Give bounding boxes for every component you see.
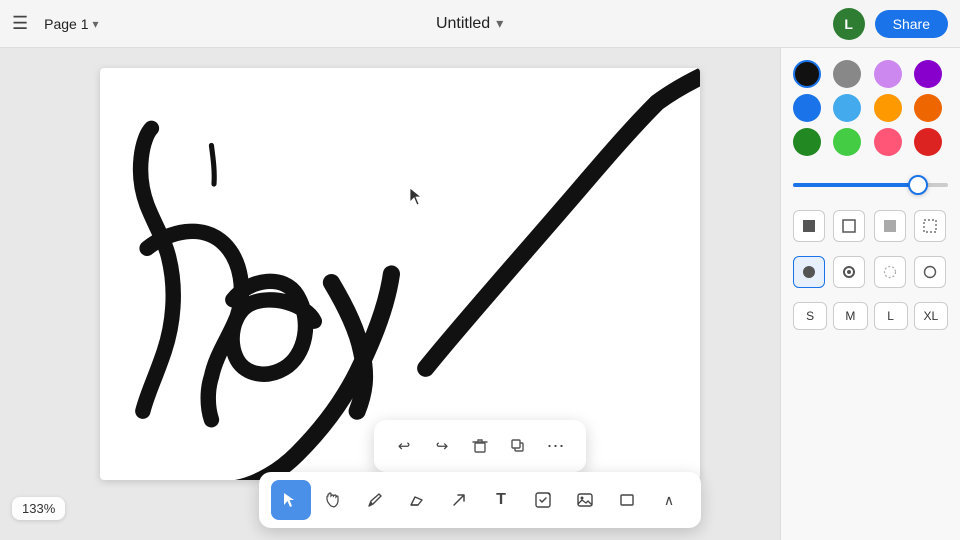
brush-style-solid-square[interactable]: [793, 210, 825, 242]
document-title: Untitled: [436, 15, 490, 33]
frame-tool-button[interactable]: [607, 480, 647, 520]
title-chevron-icon: ▾: [496, 15, 503, 32]
right-panel: SMLXL: [780, 48, 960, 540]
canvas-surface[interactable]: [100, 68, 700, 480]
color-swatch-red[interactable]: [914, 128, 942, 156]
drawing-canvas[interactable]: [100, 68, 700, 480]
color-swatch-gray[interactable]: [833, 60, 861, 88]
color-palette: [793, 60, 948, 156]
size-option-XL[interactable]: XL: [914, 302, 948, 330]
select-tool-button[interactable]: [271, 480, 311, 520]
nib-style-empty-circle[interactable]: [914, 256, 946, 288]
page-selector[interactable]: Page 1 ▾: [36, 12, 106, 36]
zoom-indicator: 133%: [12, 497, 65, 520]
image-tool-button[interactable]: [565, 480, 605, 520]
text-tool-button[interactable]: T: [481, 480, 521, 520]
redo-button[interactable]: ↪: [424, 428, 460, 464]
bottom-tool-palette: T ∧: [259, 472, 701, 528]
page-label: Page 1: [44, 16, 88, 32]
avatar[interactable]: L: [833, 8, 865, 40]
color-swatch-lavender[interactable]: [874, 60, 902, 88]
delete-button[interactable]: [462, 428, 498, 464]
color-swatch-purple[interactable]: [914, 60, 942, 88]
size-option-M[interactable]: M: [833, 302, 867, 330]
title-area[interactable]: Untitled ▾: [436, 15, 503, 33]
more-options-button[interactable]: ⋯: [538, 428, 574, 464]
pencil-tool-button[interactable]: [355, 480, 395, 520]
nib-style-grid: [793, 256, 948, 288]
size-option-S[interactable]: S: [793, 302, 827, 330]
size-option-L[interactable]: L: [874, 302, 908, 330]
color-swatch-green[interactable]: [833, 128, 861, 156]
color-swatch-black[interactable]: [793, 60, 821, 88]
floating-toolbar: ↩ ↪ ⋯: [374, 420, 586, 472]
brush-style-square-outline[interactable]: [833, 210, 865, 242]
header: ☰ Page 1 ▾ Untitled ▾ L Share: [0, 0, 960, 48]
color-swatch-dark-green[interactable]: [793, 128, 821, 156]
brush-style-gray-square[interactable]: [874, 210, 906, 242]
color-swatch-blue[interactable]: [793, 94, 821, 122]
color-swatch-orange[interactable]: [874, 94, 902, 122]
share-button[interactable]: Share: [875, 10, 948, 38]
nib-style-ring-circle[interactable]: [833, 256, 865, 288]
arrow-tool-button[interactable]: [439, 480, 479, 520]
undo-button[interactable]: ↩: [386, 428, 422, 464]
brush-style-grid: [793, 210, 948, 242]
nib-style-filled-circle[interactable]: [793, 256, 825, 288]
header-left: ☰ Page 1 ▾: [12, 12, 107, 36]
zoom-level: 133%: [22, 501, 55, 516]
page-chevron-icon: ▾: [93, 17, 99, 31]
eraser-tool-button[interactable]: [397, 480, 437, 520]
stroke-size-slider[interactable]: [793, 183, 948, 187]
duplicate-button[interactable]: [500, 428, 536, 464]
header-right: L Share: [833, 8, 948, 40]
edit-tool-button[interactable]: [523, 480, 563, 520]
brush-style-pattern-square[interactable]: [914, 210, 946, 242]
menu-icon[interactable]: ☰: [12, 13, 28, 34]
size-labels: SMLXL: [793, 302, 948, 330]
color-swatch-light-blue[interactable]: [833, 94, 861, 122]
stroke-size-slider-container: [793, 170, 948, 196]
color-swatch-pink[interactable]: [874, 128, 902, 156]
hand-tool-button[interactable]: [313, 480, 353, 520]
more-tools-button[interactable]: ∧: [649, 480, 689, 520]
nib-style-dotted-circle[interactable]: [874, 256, 906, 288]
color-swatch-dark-orange[interactable]: [914, 94, 942, 122]
